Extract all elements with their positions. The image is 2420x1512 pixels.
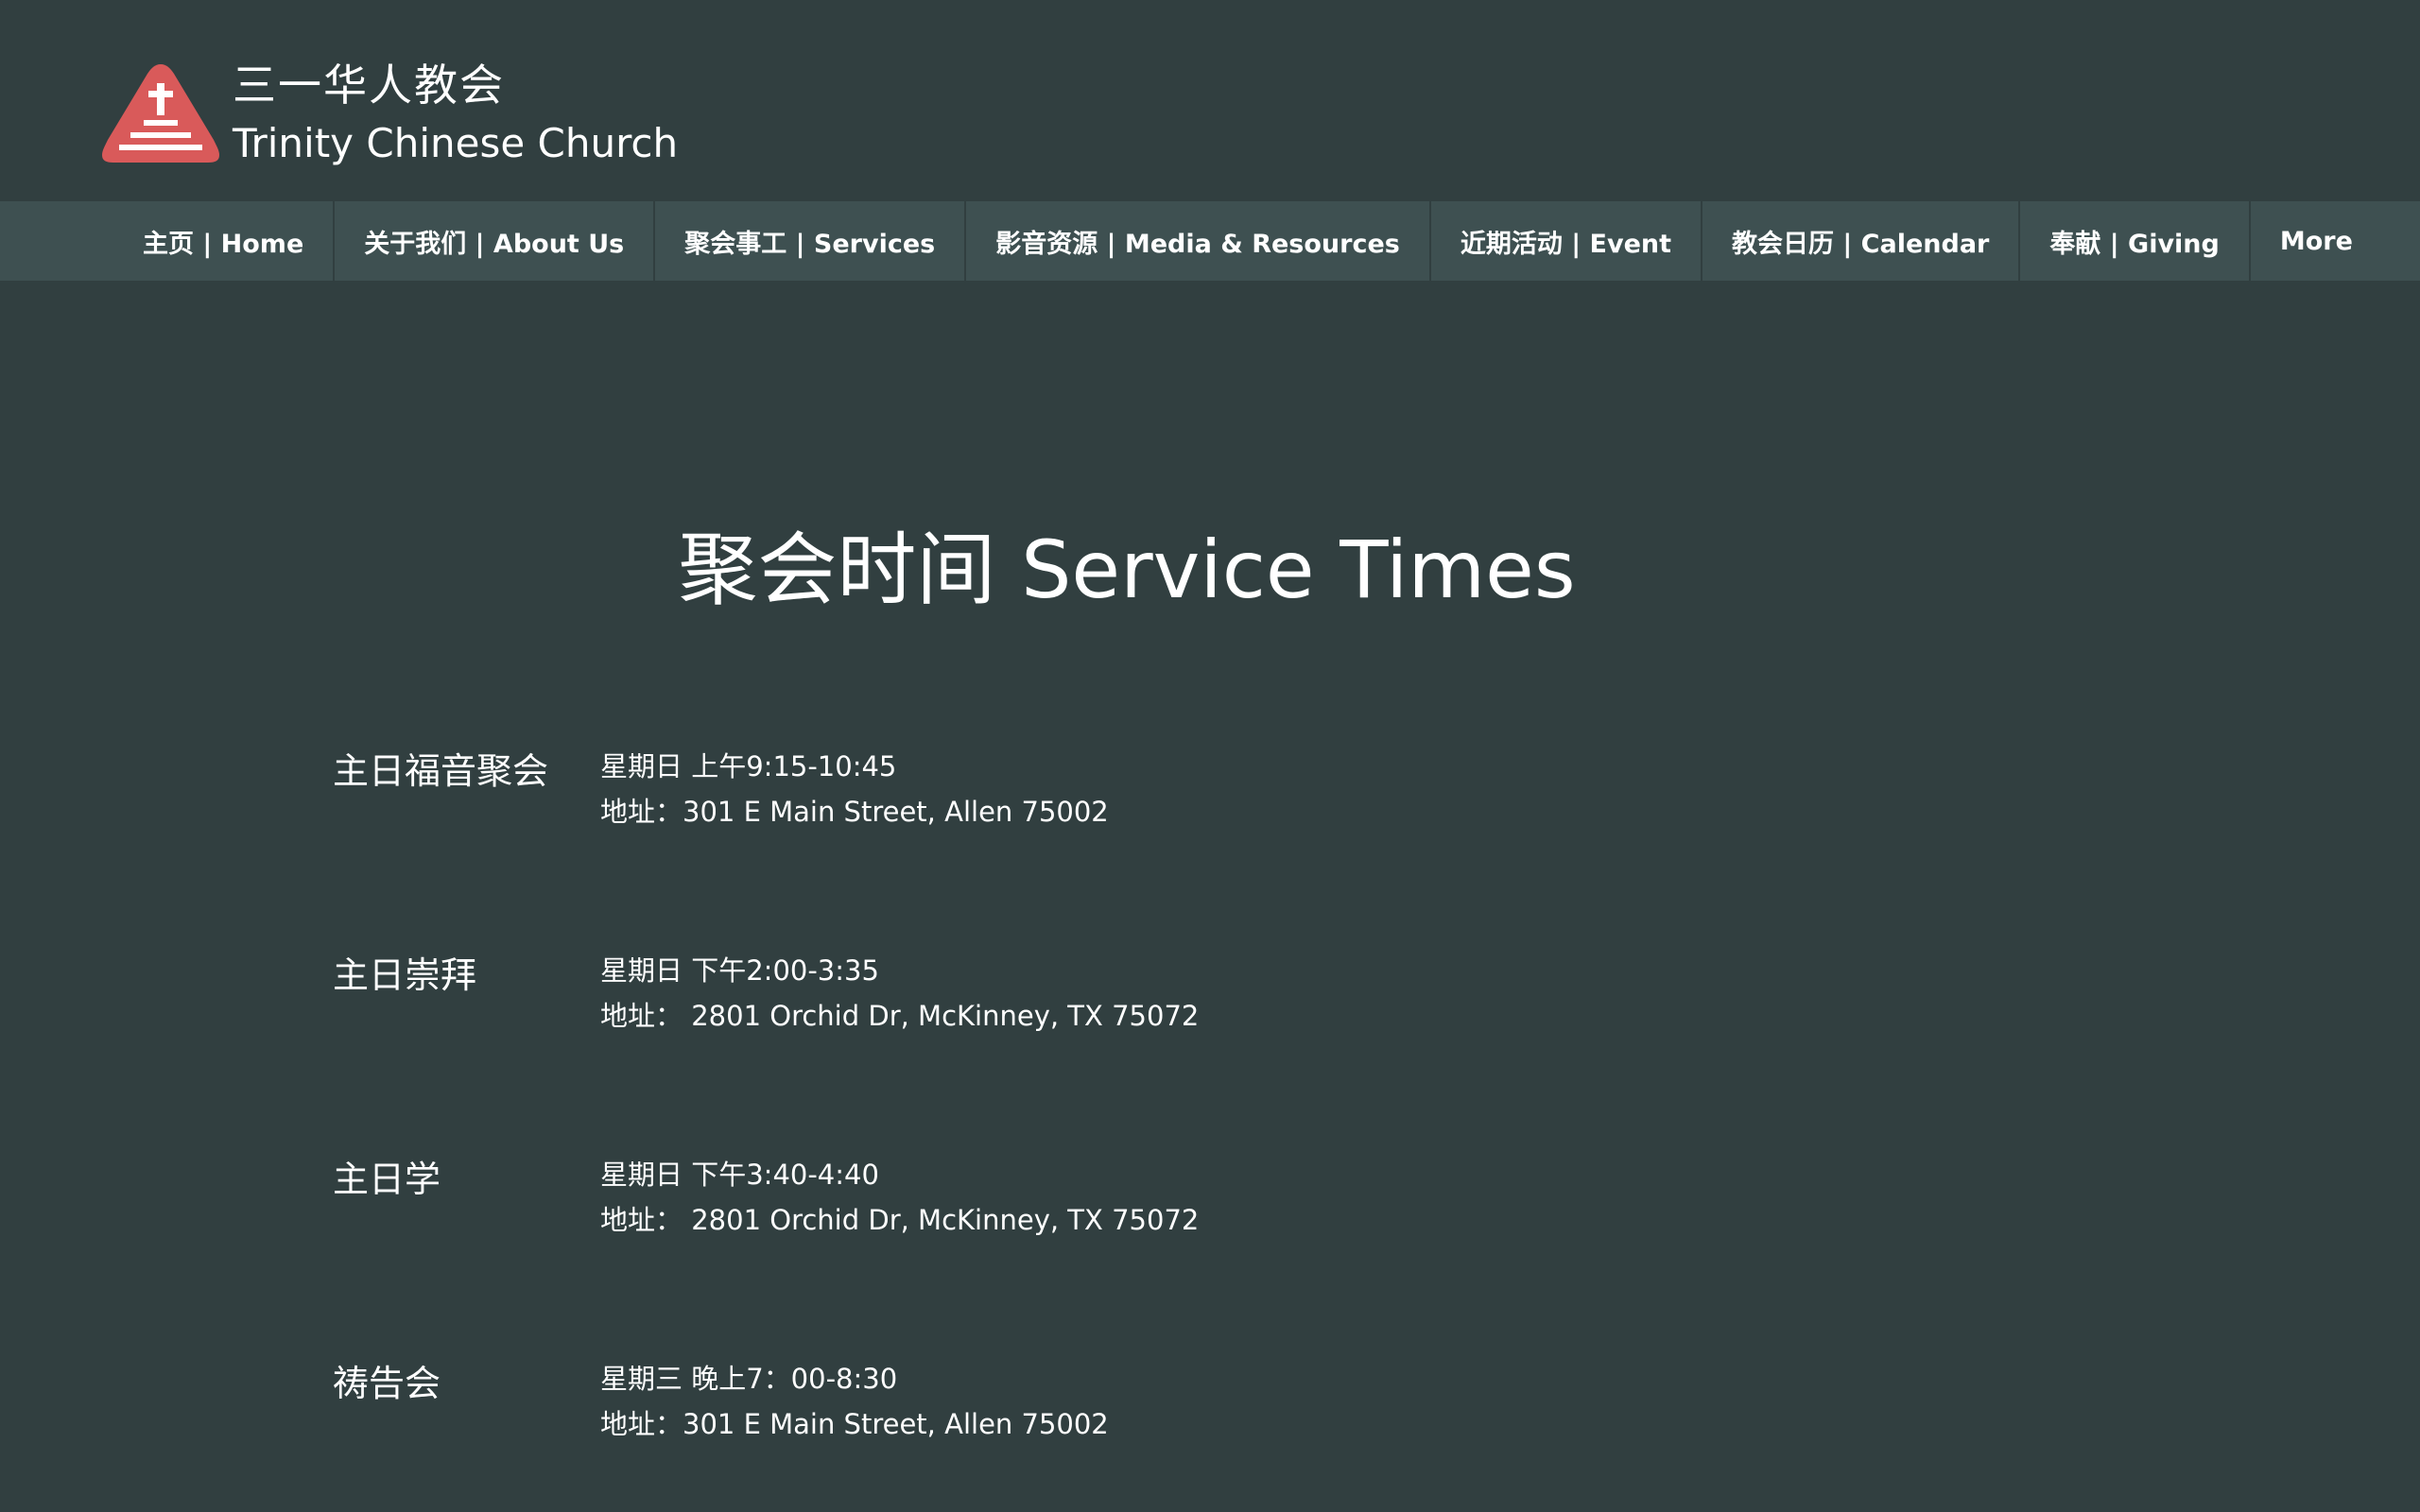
service-entry-prayer-meeting: 祷告会 星期三 晚上7：00-8:30 地址：301 E Main Street… xyxy=(333,1357,1845,1461)
service-address: 地址：301 E Main Street, Allen 75002 xyxy=(600,1408,1109,1440)
brand-name-english[interactable]: Trinity Chinese Church xyxy=(233,117,678,170)
service-entry-sunday-worship: 主日崇拜 星期日 下午2:00-3:35 地址： 2801 Orchid Dr,… xyxy=(333,949,1845,1053)
service-entry-sunday-school: 主日学 星期日 下午3:40-4:40 地址： 2801 Orchid Dr, … xyxy=(333,1153,1845,1257)
service-time: 星期三 晚上7：00-8:30 xyxy=(600,1363,898,1395)
main-navigation: 主页 | Home 关于我们 | About Us 聚会事工 | Service… xyxy=(0,201,2420,281)
nav-item-home[interactable]: 主页 | Home xyxy=(113,201,336,281)
service-entry-gospel-meeting: 主日福音聚会 星期日 上午9:15-10:45 地址：301 E Main St… xyxy=(333,745,1845,849)
nav-item-more[interactable]: More xyxy=(2251,201,2382,281)
site-header: 三一华人教会 Trinity Chinese Church xyxy=(0,0,2420,201)
nav-items: 主页 | Home 关于我们 | About Us 聚会事工 | Service… xyxy=(113,201,2382,281)
service-name: 主日崇拜 xyxy=(333,954,477,996)
service-time: 星期日 下午2:00-3:35 xyxy=(600,954,879,987)
service-address: 地址： 2801 Orchid Dr, McKinney, TX 75072 xyxy=(600,1204,1200,1236)
church-logo-icon[interactable] xyxy=(102,60,219,164)
page-title: 聚会时间 Service Times xyxy=(678,524,1576,616)
nav-item-media-resources[interactable]: 影音资源 | Media & Resources xyxy=(966,201,1431,281)
nav-item-about-us[interactable]: 关于我们 | About Us xyxy=(335,201,656,281)
service-name: 主日福音聚会 xyxy=(333,750,549,792)
service-time: 星期日 下午3:40-4:40 xyxy=(600,1159,879,1191)
service-address: 地址：301 E Main Street, Allen 75002 xyxy=(600,796,1109,828)
nav-item-services[interactable]: 聚会事工 | Services xyxy=(655,201,967,281)
service-name: 祷告会 xyxy=(333,1363,441,1404)
service-time: 星期日 上午9:15-10:45 xyxy=(600,750,897,782)
service-name: 主日学 xyxy=(333,1159,441,1200)
nav-item-calendar[interactable]: 教会日历 | Calendar xyxy=(1703,201,2021,281)
service-address: 地址： 2801 Orchid Dr, McKinney, TX 75072 xyxy=(600,1000,1200,1032)
nav-item-giving[interactable]: 奉献 | Giving xyxy=(2020,201,2251,281)
brand-name-chinese[interactable]: 三一华人教会 xyxy=(233,57,505,113)
nav-item-event[interactable]: 近期活动 | Event xyxy=(1431,201,1703,281)
